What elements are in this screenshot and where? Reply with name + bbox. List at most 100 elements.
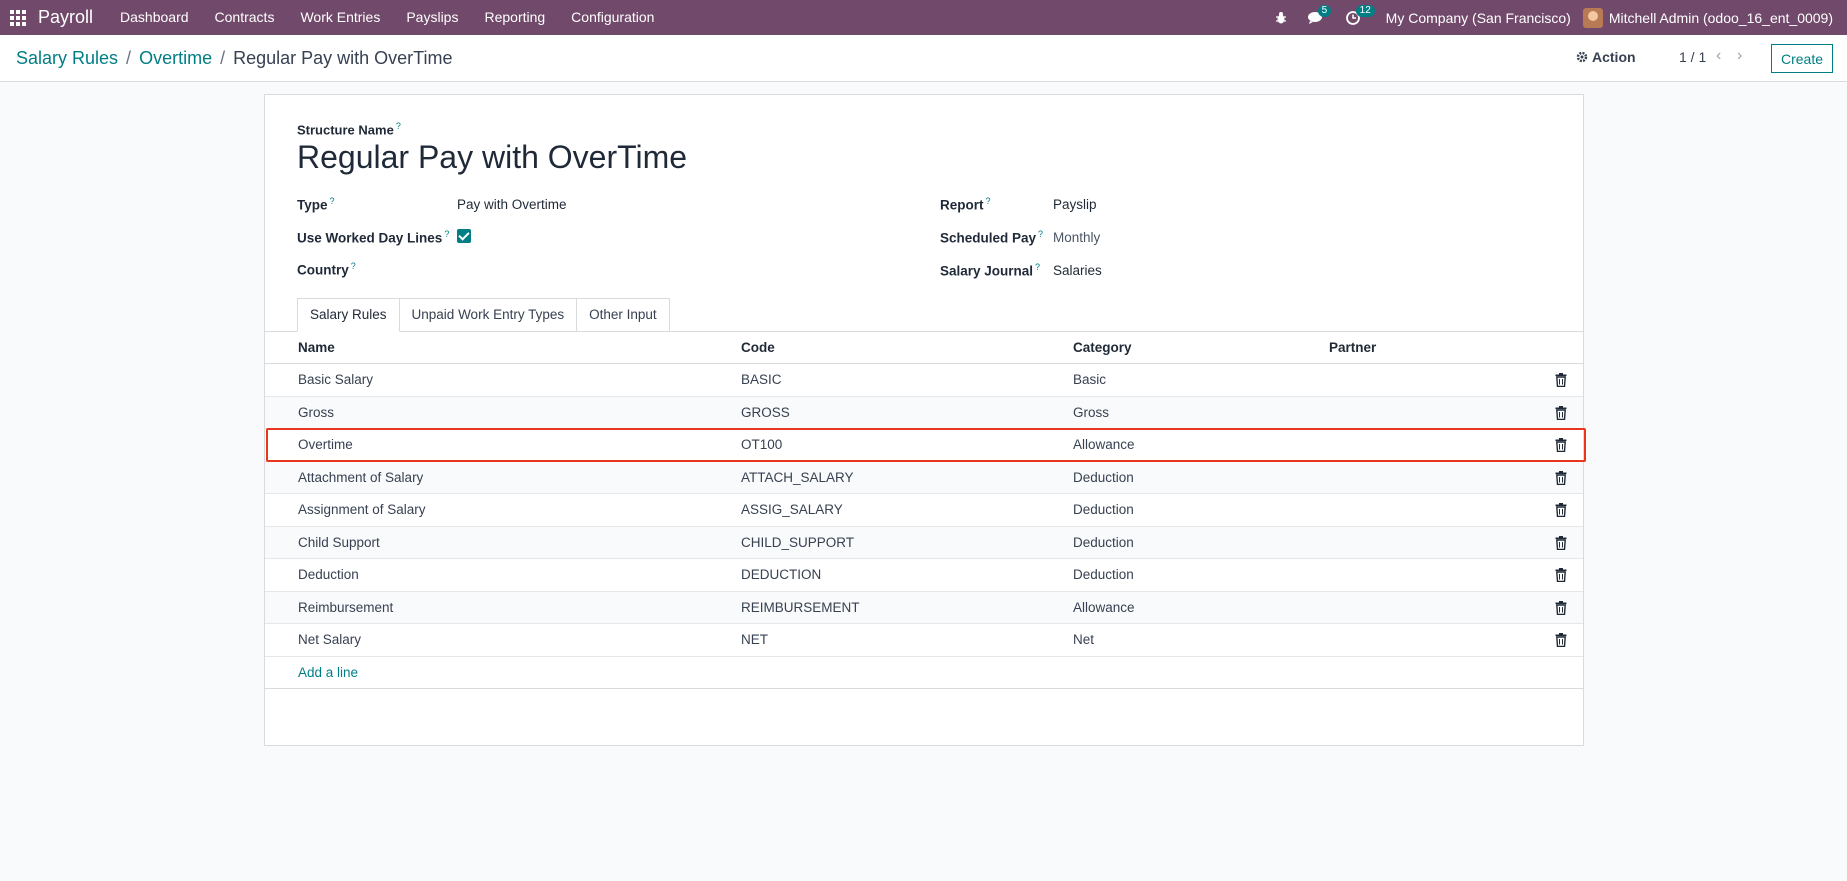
structure-name-field[interactable]: Regular Pay with OverTime (297, 139, 687, 176)
table-row[interactable]: Gross GROSS Gross (265, 396, 1583, 429)
activities-clock-icon[interactable]: 12 (1336, 0, 1375, 35)
chevron-left-icon[interactable]: ‹ (1716, 47, 1721, 65)
report-field[interactable]: Payslip (1053, 197, 1097, 212)
rule-category-cell: Allowance (1073, 437, 1135, 452)
use-worked-day-lines-checkbox[interactable] (457, 229, 471, 243)
table-header: Name Code Category Partner (265, 332, 1583, 364)
structure-name-label: Structure Name? (297, 121, 401, 138)
country-label: Country? (297, 261, 356, 278)
messages-count-badge: 5 (1317, 5, 1332, 17)
table-row[interactable]: Basic Salary BASIC Basic (265, 364, 1583, 397)
table-row[interactable]: Child Support CHILD_SUPPORT Deduction (265, 526, 1583, 559)
salary-journal-field[interactable]: Salaries (1053, 263, 1102, 278)
tab-other-input[interactable]: Other Input (576, 298, 670, 332)
trash-icon[interactable] (1555, 600, 1567, 615)
menu-payslips[interactable]: Payslips (393, 0, 471, 35)
menu-contracts[interactable]: Contracts (202, 0, 288, 35)
column-name-header[interactable]: Name (298, 340, 335, 355)
menu-reporting[interactable]: Reporting (471, 0, 558, 35)
breadcrumb-separator: / (220, 48, 226, 68)
rule-code-cell: ASSIG_SALARY (741, 502, 843, 517)
menu-dashboard[interactable]: Dashboard (107, 0, 202, 35)
column-partner-header[interactable]: Partner (1329, 340, 1376, 355)
scheduled-pay-label: Scheduled Pay? (940, 229, 1044, 246)
rule-name-cell: Deduction (298, 567, 359, 582)
rule-name-cell: Basic Salary (298, 372, 374, 387)
add-line-row: Add a line (265, 657, 1583, 689)
rule-code-cell: ATTACH_SALARY (741, 469, 854, 485)
table-row[interactable]: Assignment of Salary ASSIG_SALARY Deductio… (265, 494, 1583, 527)
table-row[interactable]: Overtime OT100 Allowance (265, 429, 1583, 462)
type-field[interactable]: Pay with Overtime (457, 197, 567, 212)
rule-name-cell: Assignment of Salary (298, 502, 426, 517)
breadcrumb-overtime[interactable]: Overtime (139, 48, 212, 69)
tab-unpaid-work-entry-types[interactable]: Unpaid Work Entry Types (398, 298, 578, 332)
rule-name-cell: Gross (298, 404, 335, 420)
trash-icon[interactable] (1555, 470, 1567, 485)
gear-icon (1576, 51, 1588, 63)
rule-category-cell: Basic (1073, 372, 1107, 387)
country-field[interactable] (457, 261, 857, 279)
rule-code-cell: REIMBURSEMENT (741, 599, 860, 615)
type-label: Type? (297, 196, 335, 213)
table-row[interactable]: Reimbursement REIMBURSEMENT Allowance (265, 591, 1583, 624)
messages-icon[interactable]: 5 (1298, 0, 1336, 35)
trash-icon[interactable] (1555, 373, 1567, 388)
notebook-tabs: Salary Rules Unpaid Work Entry Types Oth… (297, 298, 670, 332)
user-name: Mitchell Admin (odoo_16_ent_0009) (1608, 9, 1833, 26)
company-switcher[interactable]: My Company (San Francisco) (1372, 10, 1583, 26)
rule-category-cell: Gross (1073, 404, 1110, 420)
rule-name-cell: Net Salary (298, 632, 362, 647)
table-row[interactable]: Attachment of Salary ATTACH_SALARY Deducti… (265, 461, 1583, 494)
rule-code-cell: NET (741, 632, 768, 647)
trash-icon[interactable] (1555, 633, 1567, 648)
top-navbar: Payroll Dashboard Contracts Work Entries… (0, 0, 1847, 35)
action-label: Action (1592, 49, 1636, 65)
table-row[interactable]: Deduction DEDUCTION Deduction (265, 559, 1583, 592)
control-panel: Salary Rules / Overtime / Regular Pay wi… (0, 35, 1847, 82)
breadcrumb-salary-rules[interactable]: Salary Rules (16, 48, 118, 69)
rule-code-cell: OT100 (741, 437, 783, 452)
breadcrumb: Salary Rules / Overtime / Regular Pay wi… (16, 48, 453, 69)
pager-value[interactable]: 1 / 1 (1679, 49, 1706, 65)
rule-name-cell: Attachment of Salary (298, 469, 424, 485)
menu-work-entries[interactable]: Work Entries (287, 0, 393, 35)
column-code-header[interactable]: Code (741, 340, 775, 355)
scheduled-pay-field[interactable]: Monthly (1053, 230, 1100, 245)
rule-name-cell: Reimbursement (298, 599, 394, 615)
form-sheet: Structure Name? Regular Pay with OverTim… (264, 94, 1584, 746)
trash-icon[interactable] (1555, 405, 1567, 420)
user-menu[interactable]: Mitchell Admin (odoo_16_ent_0009) (1582, 7, 1847, 28)
create-button[interactable]: Create (1771, 44, 1833, 73)
rule-code-cell: GROSS (741, 404, 790, 420)
trash-icon[interactable] (1555, 503, 1567, 518)
app-menu-icon[interactable] (0, 0, 36, 35)
trash-icon[interactable] (1555, 438, 1567, 453)
trash-icon[interactable] (1555, 568, 1567, 583)
breadcrumb-current: Regular Pay with OverTime (233, 48, 453, 68)
chevron-right-icon[interactable]: › (1737, 47, 1742, 65)
rule-category-cell: Deduction (1073, 567, 1134, 582)
rule-category-cell: Deduction (1073, 534, 1134, 550)
avatar (1582, 7, 1603, 28)
add-line-link[interactable]: Add a line (298, 665, 358, 680)
rule-category-cell: Allowance (1073, 599, 1135, 615)
table-body: Basic Salary BASIC Basic Gross GROSS Gross Ove… (265, 364, 1583, 657)
use-worked-day-lines-label: Use Worked Day Lines? (297, 229, 450, 246)
rule-category-cell: Net (1073, 632, 1095, 647)
breadcrumb-separator: / (126, 48, 132, 68)
rule-category-cell: Deduction (1073, 502, 1134, 517)
app-name[interactable]: Payroll (36, 7, 107, 28)
action-button[interactable]: Action (1576, 49, 1636, 65)
salary-journal-label: Salary Journal? (940, 262, 1041, 279)
trash-icon[interactable] (1555, 535, 1567, 550)
tab-salary-rules[interactable]: Salary Rules (297, 298, 400, 332)
rule-category-cell: Deduction (1073, 469, 1134, 485)
menu-configuration[interactable]: Configuration (558, 0, 667, 35)
report-label: Report? (940, 196, 991, 213)
column-category-header[interactable]: Category (1073, 340, 1132, 355)
table-row[interactable]: Net Salary NET Net (265, 624, 1583, 657)
main-menu: Dashboard Contracts Work Entries Payslip… (107, 0, 667, 35)
debug-bug-icon[interactable] (1264, 0, 1298, 35)
rule-name-cell: Overtime (298, 437, 353, 452)
